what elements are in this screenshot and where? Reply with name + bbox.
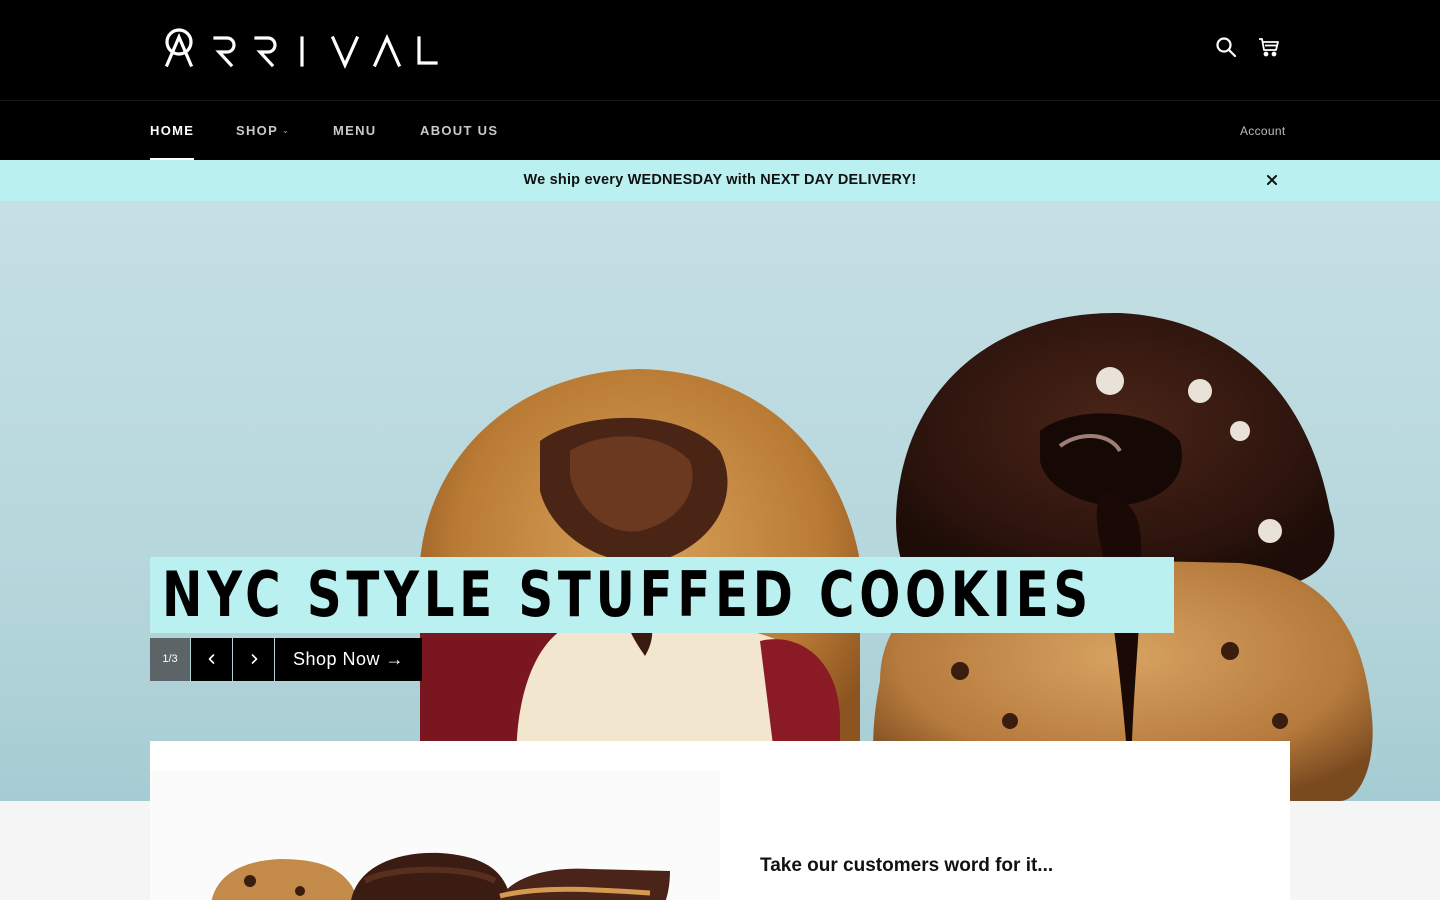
- slide-counter: 1/3: [150, 638, 190, 681]
- brand-logo[interactable]: [163, 28, 438, 70]
- nav-item-menu[interactable]: MENU: [333, 101, 376, 161]
- nav-item-home[interactable]: HOME: [150, 101, 195, 161]
- nav-item-shop[interactable]: SHOP ⌄: [236, 101, 290, 161]
- announcement-text: We ship every WEDNESDAY with NEXT DAY DE…: [523, 172, 917, 188]
- close-icon[interactable]: [1264, 172, 1280, 188]
- nav-item-label: ABOUT US: [420, 123, 499, 138]
- feature-heading: Take our customers word for it...: [760, 855, 1054, 876]
- slide-prev-button[interactable]: [191, 638, 232, 681]
- hero-title: NYC STYLE STUFFED COOKIES: [150, 557, 1174, 633]
- cart-icon[interactable]: [1258, 36, 1282, 60]
- nav-item-label: HOME: [150, 123, 195, 138]
- nav-item-about-us[interactable]: ABOUT US: [420, 101, 498, 161]
- search-icon[interactable]: [1215, 36, 1239, 60]
- nav-item-label: MENU: [333, 123, 377, 138]
- slide-next-button[interactable]: [233, 638, 274, 681]
- site-header: [0, 0, 1440, 100]
- hero-slideshow: NYC STYLE STUFFED COOKIES 1/3 Shop Now →: [0, 201, 1440, 801]
- chevron-right-icon: [251, 654, 258, 664]
- hero-title-text: NYC STYLE STUFFED COOKIES: [162, 558, 1093, 631]
- chevron-left-icon: [208, 654, 215, 664]
- feature-section: Take our customers word for it...: [150, 741, 1290, 900]
- account-link[interactable]: Account: [1240, 101, 1285, 161]
- chevron-down-icon: ⌄: [282, 126, 291, 135]
- hero-cookies-image: [420, 312, 1373, 801]
- shop-now-button[interactable]: Shop Now →: [275, 638, 422, 681]
- brownies-image: [150, 771, 720, 900]
- nav-item-label: SHOP: [236, 123, 279, 138]
- main-nav: HOME SHOP ⌄ MENU ABOUT US Account: [0, 100, 1440, 161]
- arrival-logo-graphic: [164, 28, 438, 69]
- announcement-bar: We ship every WEDNESDAY with NEXT DAY DE…: [0, 160, 1440, 201]
